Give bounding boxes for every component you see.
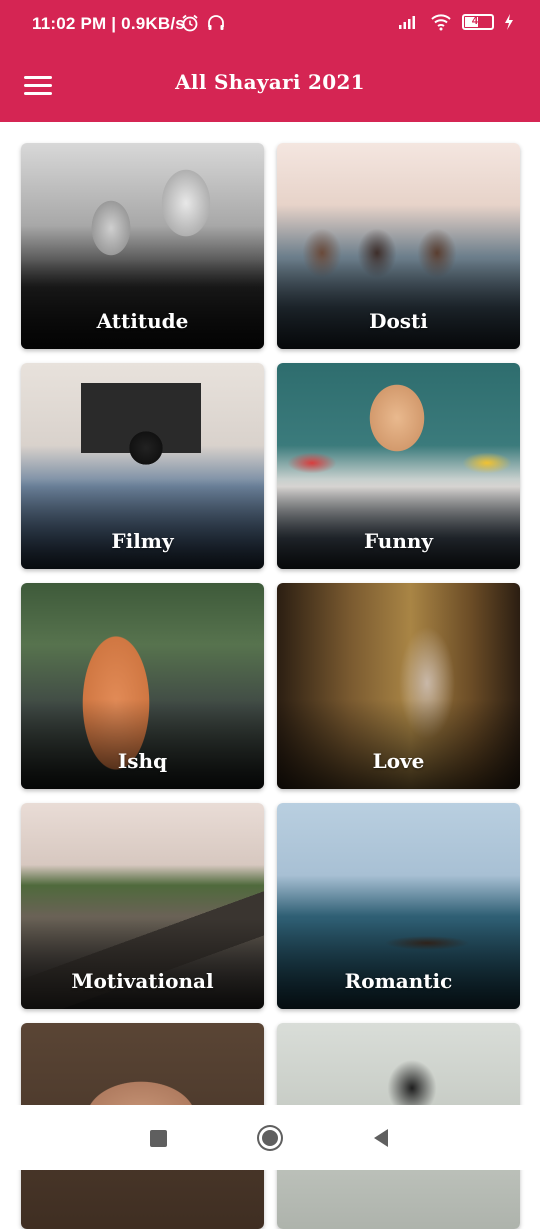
status-right-icons: 40 (398, 13, 514, 31)
app-bar: All Shayari 2021 (0, 50, 540, 122)
status-bar: 11:02 PM | 0.9KB/s 40 (0, 0, 540, 50)
category-label: Dosti (369, 309, 428, 333)
category-label: Ishq (117, 749, 168, 773)
category-card-attitude[interactable]: Attitude (21, 143, 264, 349)
page-title: All Shayari 2021 (175, 70, 365, 94)
category-card-love[interactable]: Love (277, 583, 520, 789)
category-label: Romantic (344, 969, 453, 993)
circle-home-icon[interactable] (257, 1125, 283, 1151)
category-grid: Attitude Dosti Filmy Funny Ishq Love Mot… (21, 143, 520, 1229)
battery-level: 40 (471, 15, 485, 27)
battery-icon: 40 (462, 14, 494, 30)
category-card-funny[interactable]: Funny (277, 363, 520, 569)
category-label: Funny (363, 529, 434, 553)
category-card-motivational[interactable]: Motivational (21, 803, 264, 1009)
square-recents-icon[interactable] (145, 1125, 171, 1151)
triangle-back-icon[interactable] (368, 1125, 394, 1151)
category-card-ishq[interactable]: Ishq (21, 583, 264, 789)
category-label: Filmy (111, 529, 174, 553)
category-card-filmy[interactable]: Filmy (21, 363, 264, 569)
category-card-dosti[interactable]: Dosti (277, 143, 520, 349)
charging-icon (505, 14, 513, 30)
signal-icon (399, 16, 415, 29)
category-label: Love (372, 749, 425, 773)
category-label: Attitude (96, 309, 189, 333)
headphones-icon (208, 15, 224, 30)
alarm-icon (182, 14, 198, 32)
system-nav-bar (0, 1105, 540, 1170)
category-label: Motivational (71, 969, 214, 993)
status-left-icons (180, 13, 226, 33)
category-card-romantic[interactable]: Romantic (277, 803, 520, 1009)
status-time: 11:02 PM | 0.9KB/s (32, 14, 185, 33)
wifi-icon (431, 14, 451, 31)
